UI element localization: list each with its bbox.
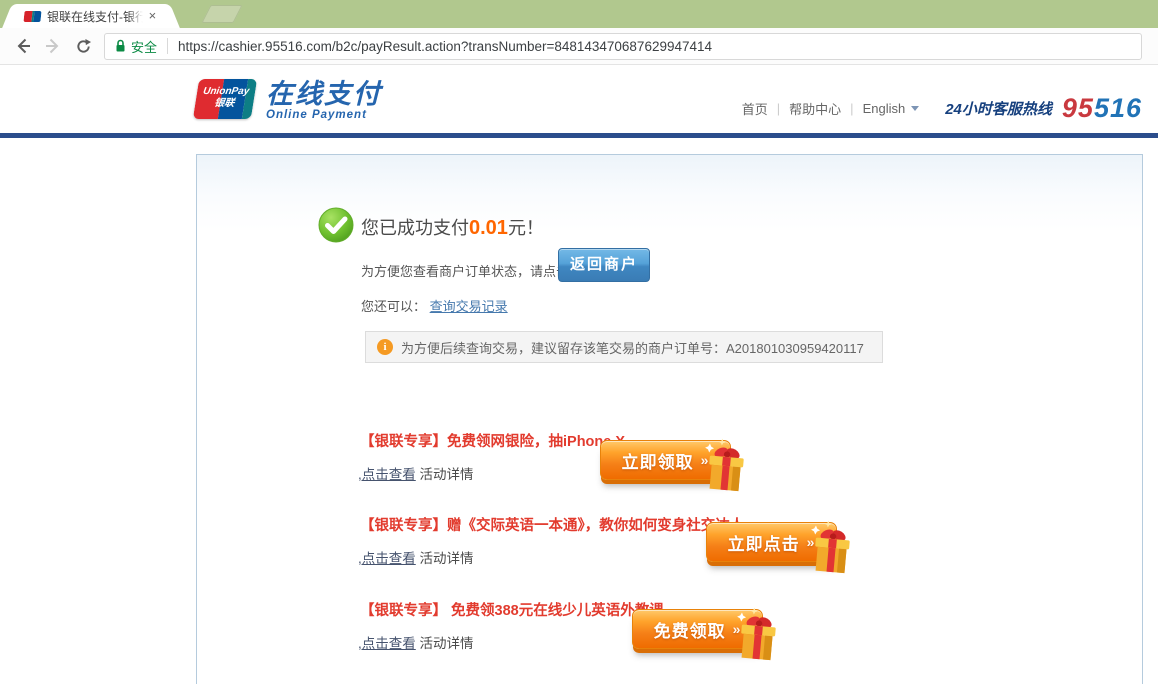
nav-separator: | (850, 101, 853, 116)
promo-title: 【银联专享】 免费领388元在线少儿英语外教课 (360, 599, 664, 620)
nav-separator: | (777, 101, 780, 116)
success-message: 您已成功支付0.01元！ (361, 214, 544, 240)
payment-amount: 0.01 (469, 217, 508, 239)
promo-link-line: ,点击查看 活动详情 (358, 463, 474, 483)
back-arrow-icon (14, 37, 32, 55)
merchant-hint: 为方便您查看商户订单状态，请点击 (361, 261, 569, 280)
nav-home-link[interactable]: 首页 (742, 99, 768, 118)
header-nav: 首页 | 帮助中心 | English 24小时客服热线 95516 (742, 93, 1142, 124)
hotline-label: 24小时客服热线 (945, 98, 1052, 119)
forward-arrow-icon (44, 37, 62, 55)
logo-wordmark: 在线支付 Online Payment (266, 79, 382, 121)
forward-button[interactable] (40, 33, 66, 59)
nav-help-link[interactable]: 帮助中心 (789, 99, 841, 118)
order-notice-bar: i 为方便后续查询交易，建议留存该笔交易的商户订单号：A201801030959… (365, 331, 883, 363)
gift-box-icon (732, 606, 784, 664)
back-button[interactable] (10, 33, 36, 59)
result-panel: 您已成功支付0.01元！ 为方便您查看商户订单状态，请点击 返回商户 您还可以：… (196, 154, 1143, 684)
refresh-icon (75, 38, 92, 55)
order-notice-text: 为方便后续查询交易，建议留存该笔交易的商户订单号：A20180103095942… (401, 338, 864, 357)
site-header: UnionPay 银联 在线支付 Online Payment 首页 | 帮助中… (0, 65, 1158, 133)
logo-title: 在线支付 (266, 79, 382, 109)
refresh-button[interactable] (70, 33, 96, 59)
query-transactions-link[interactable]: 查询交易记录 (430, 299, 508, 314)
success-check-icon (318, 207, 354, 243)
gift-box-icon (806, 519, 858, 577)
promo-button-claim-now[interactable]: 立即领取» (600, 437, 752, 495)
browser-window: 银联在线支付-银行卡综合 × 安全 https://cashier.95516.… (0, 0, 1158, 684)
promo-detail-link[interactable]: ,点击查看 (358, 467, 416, 482)
tab-close-icon[interactable]: × (145, 8, 160, 24)
promo-title: 【银联专享】赠《交际英语一本通》，教你如何变身社交达人 (360, 514, 744, 535)
browser-tab[interactable]: 银联在线支付-银行卡综合 × (16, 4, 166, 28)
logo-subtitle: Online Payment (266, 109, 382, 121)
unionpay-logo: UnionPay 银联 在线支付 Online Payment (196, 79, 382, 121)
lock-icon (115, 39, 126, 53)
also-line: 您还可以： 查询交易记录 (361, 296, 508, 315)
promo-button-click-now[interactable]: 立即点击» (706, 519, 858, 577)
promo-link-line: ,点击查看 活动详情 (358, 547, 474, 567)
language-dropdown[interactable]: English (863, 101, 906, 116)
secure-badge[interactable]: 安全 (115, 37, 157, 56)
unionpay-card-text: UnionPay 银联 (194, 86, 256, 110)
unionpay-favicon-icon (23, 11, 41, 22)
promo-detail-link[interactable]: ,点击查看 (358, 636, 416, 651)
tab-title: 银联在线支付-银行卡综合 (47, 8, 143, 25)
promo-button-free-claim[interactable]: 免费领取» (632, 606, 784, 664)
tab-strip: 银联在线支付-银行卡综合 × (0, 0, 1158, 28)
secure-label: 安全 (131, 37, 157, 56)
url-text[interactable]: https://cashier.95516.com/b2c/payResult.… (178, 39, 712, 54)
unionpay-card-icon: UnionPay 银联 (193, 79, 257, 119)
chevron-down-icon[interactable] (911, 106, 919, 111)
promo-detail-link[interactable]: ,点击查看 (358, 551, 416, 566)
hotline-number: 95516 (1062, 93, 1142, 124)
info-icon: i (377, 339, 393, 355)
page-content: 您已成功支付0.01元！ 为方便您查看商户订单状态，请点击 返回商户 您还可以：… (0, 138, 1158, 684)
new-tab-button[interactable] (201, 5, 242, 23)
return-to-merchant-button[interactable]: 返回商户 (558, 248, 650, 282)
browser-toolbar: 安全 https://cashier.95516.com/b2c/payResu… (0, 28, 1158, 65)
address-bar[interactable]: 安全 https://cashier.95516.com/b2c/payResu… (104, 33, 1142, 60)
gift-box-icon (700, 437, 752, 495)
promo-link-line: ,点击查看 活动详情 (358, 632, 474, 652)
promo-title: 【银联专享】免费领网银险，抽iPhone X (360, 430, 625, 451)
omnibox-divider (167, 38, 168, 54)
